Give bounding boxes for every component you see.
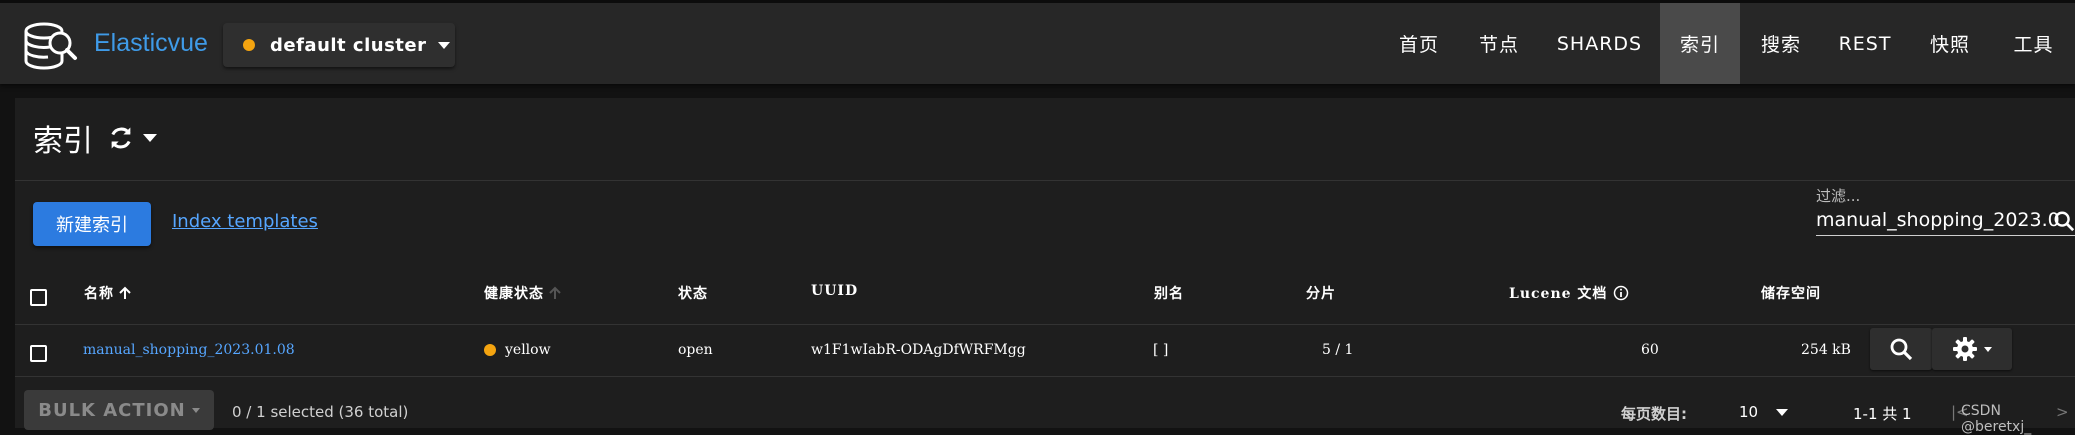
column-header-docs[interactable]: Lucene 文档 — [1509, 283, 1629, 303]
chevron-down-icon — [191, 407, 200, 413]
search-icon — [1890, 338, 1913, 361]
header-divider — [15, 324, 2075, 325]
index-settings-button[interactable] — [1932, 328, 2012, 370]
nav-indices[interactable]: 索引 — [1660, 3, 1740, 84]
nav-home[interactable]: 首页 — [1379, 3, 1459, 84]
nav-rest[interactable]: REST — [1822, 3, 1908, 84]
cluster-name: default cluster — [270, 34, 427, 56]
status-cell: open — [678, 342, 713, 358]
filter-input[interactable]: manual_shopping_2023.0 — [1816, 204, 2075, 236]
column-header-storage[interactable]: 储存空间 — [1761, 283, 1821, 303]
aliases-cell: [ ] — [1153, 342, 1169, 358]
per-page-select[interactable]: 10 — [1739, 403, 1789, 421]
main-nav: 首页 节点 SHARDS 索引 搜索 REST 快照 工具 — [1379, 3, 2075, 84]
health-status-dot — [484, 344, 496, 356]
shards-cell: 5 / 1 — [1322, 342, 1354, 358]
elasticvue-logo-icon[interactable] — [20, 17, 78, 75]
column-header-health[interactable]: 健康状态 — [484, 283, 562, 303]
column-header-shards[interactable]: 分片 — [1306, 283, 1336, 303]
nav-search[interactable]: 搜索 — [1740, 3, 1822, 84]
chevron-down-icon — [1984, 346, 1992, 352]
row-divider — [15, 376, 2075, 377]
filter-input-value: manual_shopping_2023.0 — [1816, 208, 2060, 231]
page-title: 索引 — [33, 124, 93, 159]
info-icon[interactable] — [1613, 285, 1629, 301]
top-app-bar: Elasticvue default cluster 首页 节点 SHARDS … — [0, 0, 2075, 84]
search-index-button[interactable] — [1870, 328, 1932, 370]
refresh-icon[interactable] — [107, 124, 135, 152]
uuid-cell: w1F1wIabR-ODAgDfWRFMgg — [811, 342, 1026, 358]
chevron-down-icon — [438, 41, 451, 49]
nav-snapshots[interactable]: 快照 — [1908, 3, 1992, 84]
select-all-checkbox[interactable] — [30, 289, 47, 306]
filter-label: 过滤... — [1816, 187, 1861, 205]
bulk-action-button[interactable]: BULK ACTION — [24, 390, 214, 430]
brand-name[interactable]: Elasticvue — [94, 29, 208, 58]
cluster-status-dot — [243, 39, 255, 51]
cluster-selector[interactable]: default cluster — [223, 23, 455, 67]
index-templates-link[interactable]: Index templates — [172, 211, 318, 232]
per-page-label: 每页数目: — [1621, 405, 1687, 423]
storage-size-cell: 254 kB — [1801, 342, 1851, 358]
divider — [15, 180, 2075, 181]
page-title-row: 索引 — [33, 116, 157, 160]
pagination-range: 1-1 共 1 — [1853, 405, 1912, 423]
indices-card: 索引 新建索引 Index templates 过滤... manual_sho… — [15, 98, 2075, 435]
nav-shards[interactable]: SHARDS — [1539, 3, 1660, 84]
arrow-up-icon — [119, 286, 131, 299]
new-index-button[interactable]: 新建索引 — [33, 202, 151, 246]
selection-summary: 0 / 1 selected (36 total) — [232, 403, 409, 421]
arrow-up-icon — [549, 286, 561, 299]
search-icon — [2054, 211, 2075, 232]
health-cell: yellow — [484, 342, 551, 358]
next-page-icon[interactable]: > — [2056, 403, 2069, 421]
gear-icon — [1953, 337, 1977, 361]
nav-nodes[interactable]: 节点 — [1459, 3, 1539, 84]
column-header-uuid[interactable]: UUID — [811, 283, 858, 299]
row-checkbox[interactable] — [30, 345, 47, 362]
docs-count-cell: 60 — [1641, 342, 1659, 358]
column-header-name[interactable]: 名称 — [84, 283, 132, 303]
column-header-aliases[interactable]: 别名 — [1154, 283, 1184, 303]
chevron-down-icon — [1776, 408, 1789, 416]
refresh-options-chevron-icon[interactable] — [143, 134, 157, 142]
column-header-status[interactable]: 状态 — [678, 283, 708, 303]
index-name-link[interactable]: manual_shopping_2023.01.08 — [83, 342, 295, 358]
nav-tools[interactable]: 工具 — [1992, 3, 2075, 84]
